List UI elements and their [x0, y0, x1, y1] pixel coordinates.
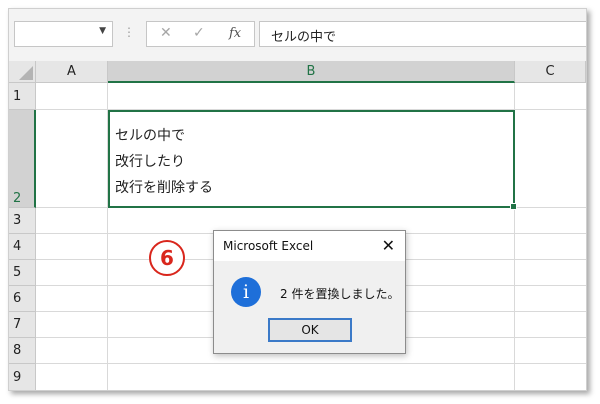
- row-header-1[interactable]: 1: [9, 83, 36, 110]
- row-header-6[interactable]: 6: [9, 286, 36, 312]
- row-header-3[interactable]: 3: [9, 208, 36, 234]
- row-header-2[interactable]: 2: [9, 110, 36, 208]
- active-cell-b2[interactable]: セルの中で 改行したり 改行を削除する: [108, 110, 517, 210]
- select-all-button[interactable]: [9, 61, 36, 83]
- formula-bar: ▼ ⋮ ✕ ✓ fx セルの中で: [9, 9, 586, 61]
- formula-input[interactable]: セルの中で: [259, 21, 586, 47]
- insert-function-icon[interactable]: fx: [229, 26, 241, 41]
- gridline: [36, 390, 586, 391]
- select-all-triangle-icon: [19, 66, 33, 80]
- cell-b2-text: セルの中で 改行したり 改行を削除する: [115, 123, 213, 201]
- cell-line: セルの中で: [115, 128, 185, 144]
- column-header-c[interactable]: C: [515, 61, 586, 83]
- row-header-5[interactable]: 5: [9, 260, 36, 286]
- step-number-badge: 6: [149, 240, 185, 276]
- column-header-a[interactable]: A: [36, 61, 108, 83]
- message-dialog: Microsoft Excel ✕ i 2 件を置換しました。 OK: [213, 230, 406, 354]
- close-icon[interactable]: ✕: [382, 236, 395, 255]
- cell-line: 改行を削除する: [115, 180, 213, 196]
- cell-line: 改行したり: [115, 154, 185, 170]
- dialog-title: Microsoft Excel: [223, 239, 314, 253]
- enter-icon[interactable]: ✓: [193, 25, 205, 41]
- row-header-8[interactable]: 8: [9, 338, 36, 364]
- row-header-9[interactable]: 9: [9, 364, 36, 390]
- formula-buttons: ✕ ✓ fx: [146, 21, 255, 47]
- excel-window: ▼ ⋮ ✕ ✓ fx セルの中で A B C 1 2 3 4 5 6 7 8 9: [8, 8, 587, 391]
- column-header-b[interactable]: B: [108, 61, 515, 83]
- row-header-7[interactable]: 7: [9, 312, 36, 338]
- dialog-message: 2 件を置換しました。: [280, 287, 400, 301]
- info-icon: i: [231, 277, 261, 307]
- row-header-4[interactable]: 4: [9, 234, 36, 260]
- gridline: [36, 363, 586, 364]
- name-box[interactable]: ▼: [14, 21, 113, 47]
- cancel-icon[interactable]: ✕: [160, 25, 172, 41]
- fill-handle[interactable]: [510, 203, 517, 210]
- chevron-down-icon[interactable]: ▼: [99, 26, 106, 36]
- ok-button[interactable]: OK: [268, 318, 352, 342]
- drag-handle-icon[interactable]: ⋮: [123, 25, 135, 39]
